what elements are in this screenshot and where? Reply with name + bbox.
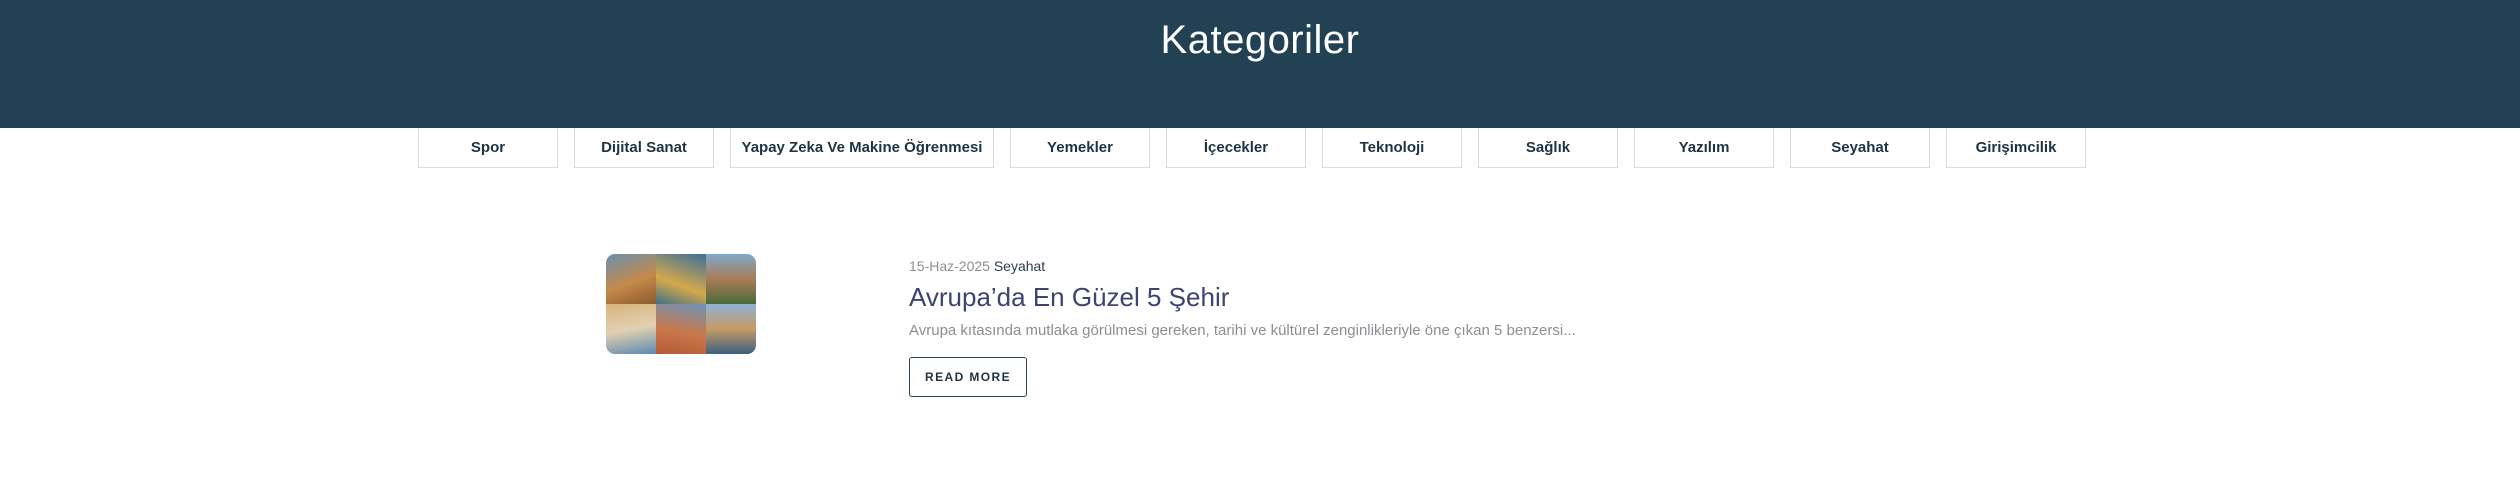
post-title[interactable]: Avrupa’da En Güzel 5 Şehir bbox=[909, 278, 1229, 316]
post-date: 15-Haz-2025 bbox=[909, 258, 990, 274]
page-header: Kategoriler bbox=[0, 0, 2520, 128]
category-button-saglik[interactable]: Sağlık bbox=[1478, 128, 1618, 168]
category-button-seyahat[interactable]: Seyahat bbox=[1790, 128, 1930, 168]
category-button-spor[interactable]: Spor bbox=[418, 128, 558, 168]
category-button-yapay-zeka[interactable]: Yapay Zeka Ve Makine Öğrenmesi bbox=[730, 128, 994, 168]
post-meta: 15-Haz-2025 Seyahat bbox=[909, 256, 1045, 276]
post-thumbnail[interactable] bbox=[606, 254, 756, 354]
category-button-girisimcilik[interactable]: Girişimcilik bbox=[1946, 128, 2086, 168]
category-button-yazilim[interactable]: Yazılım bbox=[1634, 128, 1774, 168]
category-button-dijital-sanat[interactable]: Dijital Sanat bbox=[574, 128, 714, 168]
category-button-teknoloji[interactable]: Teknoloji bbox=[1322, 128, 1462, 168]
category-button-icecekler[interactable]: İçecekler bbox=[1166, 128, 1306, 168]
category-nav: Spor Dijital Sanat Yapay Zeka Ve Makine … bbox=[418, 128, 2086, 168]
read-more-button[interactable]: READ MORE bbox=[909, 357, 1027, 397]
blog-post-card: 15-Haz-2025 Seyahat Avrupa’da En Güzel 5… bbox=[606, 254, 1706, 404]
post-excerpt: Avrupa kıtasında mutlaka görülmesi gerek… bbox=[909, 322, 1576, 339]
post-category-link[interactable]: Seyahat bbox=[994, 258, 1045, 274]
page-title: Kategoriler bbox=[1160, 18, 1360, 62]
category-button-yemekler[interactable]: Yemekler bbox=[1010, 128, 1150, 168]
